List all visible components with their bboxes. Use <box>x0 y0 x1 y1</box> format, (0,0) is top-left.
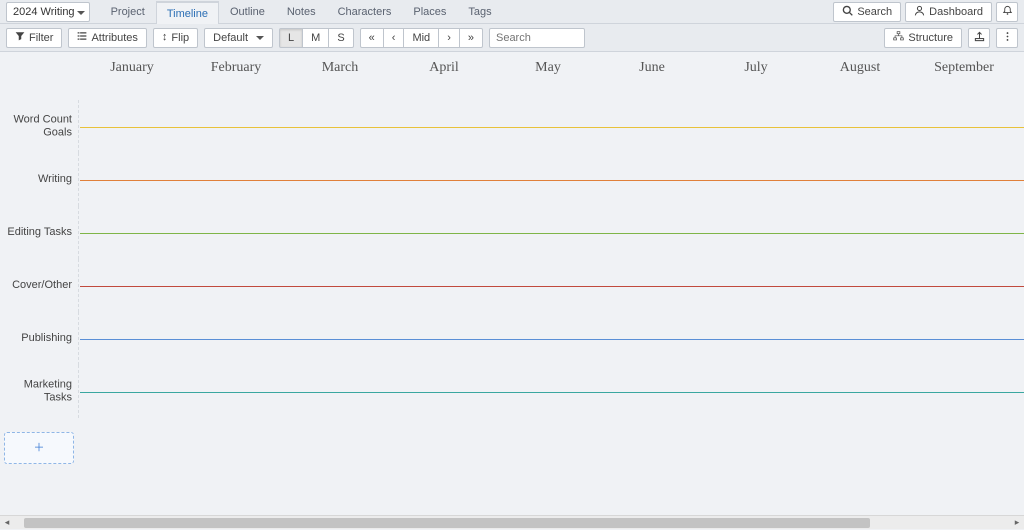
tab-tags[interactable]: Tags <box>457 0 502 23</box>
filter-button[interactable]: Filter <box>6 28 62 48</box>
list-icon <box>77 31 87 44</box>
view-default-label: Default <box>213 32 248 44</box>
search-button[interactable]: Search <box>833 2 901 22</box>
month-label: August <box>808 60 912 86</box>
tab-characters[interactable]: Characters <box>327 0 403 23</box>
double-chevron-left-icon: « <box>369 32 375 44</box>
timeline-track[interactable]: Marketing Tasks <box>0 365 1024 418</box>
track-separator <box>78 153 79 206</box>
timeline-canvas[interactable]: JanuaryFebruaryMarchAprilMayJuneJulyAugu… <box>0 52 1024 515</box>
plus-icon: ＋ <box>34 443 45 454</box>
notifications-button[interactable] <box>996 2 1018 22</box>
bell-icon <box>1002 5 1013 19</box>
swap-icon: ↕ <box>162 32 168 43</box>
timeline-track[interactable]: Word Count Goals <box>0 100 1024 153</box>
flip-label: Flip <box>171 32 189 44</box>
filter-icon <box>15 31 25 44</box>
export-button[interactable] <box>968 28 990 48</box>
add-track-button[interactable]: ＋ <box>4 432 74 464</box>
structure-button[interactable]: Structure <box>884 28 962 48</box>
track-axis <box>80 233 1024 234</box>
user-icon <box>914 5 925 19</box>
track-separator <box>78 100 79 153</box>
timeline-rows: Word Count Goals Writing Editing Tasks Cove… <box>0 100 1024 418</box>
nav-mid-label: Mid <box>412 32 430 44</box>
month-label: July <box>704 60 808 86</box>
topbar-right: Search Dashboard <box>833 0 1024 23</box>
nav-next-button[interactable]: › <box>438 28 460 48</box>
timeline-track[interactable]: Writing <box>0 153 1024 206</box>
track-axis <box>80 127 1024 128</box>
search-icon <box>842 5 853 19</box>
flip-button[interactable]: ↕ Flip <box>153 28 198 48</box>
horizontal-scrollbar[interactable]: ◂ ▸ <box>0 515 1024 529</box>
nav-prev-button[interactable]: ‹ <box>383 28 405 48</box>
project-selector-label: 2024 Writing <box>13 6 75 18</box>
track-label: Writing <box>0 173 72 187</box>
month-label: January <box>80 60 184 86</box>
tab-notes[interactable]: Notes <box>276 0 327 23</box>
month-label: May <box>496 60 600 86</box>
zoom-m-button[interactable]: M <box>302 28 329 48</box>
tab-project[interactable]: Project <box>100 0 156 23</box>
track-separator <box>78 259 79 312</box>
timeline-track[interactable]: Cover/Other <box>0 259 1024 312</box>
track-label: Publishing <box>0 332 72 346</box>
track-axis <box>80 392 1024 393</box>
dashboard-button-label: Dashboard <box>929 6 983 18</box>
zoom-group: LMS <box>279 28 354 48</box>
structure-label: Structure <box>908 32 953 44</box>
zoom-l-button[interactable]: L <box>279 28 303 48</box>
nav-last-button[interactable]: » <box>459 28 483 48</box>
double-chevron-right-icon: » <box>468 32 474 44</box>
month-label: June <box>600 60 704 86</box>
search-button-label: Search <box>857 6 892 18</box>
month-label: September <box>912 60 1016 86</box>
kebab-icon <box>1002 31 1013 45</box>
timeline-nav-group: « ‹ Mid › » <box>360 28 483 48</box>
attributes-label: Attributes <box>91 32 137 44</box>
view-default-dropdown[interactable]: Default <box>204 28 273 48</box>
top-navbar: 2024 Writing ProjectTimelineOutlineNotes… <box>0 0 1024 24</box>
track-axis <box>80 180 1024 181</box>
track-separator <box>78 365 79 418</box>
more-menu-button[interactable] <box>996 28 1018 48</box>
timeline-toolbar: Filter Attributes ↕ Flip Default LMS « ‹… <box>0 24 1024 52</box>
track-label: Cover/Other <box>0 279 72 293</box>
tab-timeline[interactable]: Timeline <box>156 1 219 24</box>
track-label: Word Count Goals <box>0 113 72 141</box>
zoom-s-button[interactable]: S <box>328 28 353 48</box>
timeline-track[interactable]: Publishing <box>0 312 1024 365</box>
project-selector[interactable]: 2024 Writing <box>6 2 90 22</box>
track-label: Editing Tasks <box>0 226 72 240</box>
scroll-left-arrow[interactable]: ◂ <box>0 516 14 530</box>
nav-first-button[interactable]: « <box>360 28 384 48</box>
filter-label: Filter <box>29 32 53 44</box>
structure-icon <box>893 31 904 45</box>
track-separator <box>78 312 79 365</box>
tab-places[interactable]: Places <box>402 0 457 23</box>
month-label: March <box>288 60 392 86</box>
month-label: February <box>184 60 288 86</box>
tab-outline[interactable]: Outline <box>219 0 276 23</box>
month-header: JanuaryFebruaryMarchAprilMayJuneJulyAugu… <box>80 60 1024 86</box>
scroll-right-arrow[interactable]: ▸ <box>1010 516 1024 530</box>
nav-mid-button[interactable]: Mid <box>403 28 439 48</box>
track-axis <box>80 339 1024 340</box>
chevron-right-icon: › <box>447 32 451 44</box>
track-label: Marketing Tasks <box>0 378 72 406</box>
track-separator <box>78 206 79 259</box>
chevron-left-icon: ‹ <box>392 32 396 44</box>
timeline-track[interactable]: Editing Tasks <box>0 206 1024 259</box>
scroll-thumb[interactable] <box>24 518 870 528</box>
attributes-button[interactable]: Attributes <box>68 28 146 48</box>
timeline-search-input[interactable] <box>489 28 585 48</box>
dashboard-button[interactable]: Dashboard <box>905 2 992 22</box>
track-axis <box>80 286 1024 287</box>
month-label: April <box>392 60 496 86</box>
scroll-track[interactable] <box>14 517 1010 529</box>
export-icon <box>974 31 985 45</box>
main-tabs: ProjectTimelineOutlineNotesCharactersPla… <box>100 0 503 23</box>
